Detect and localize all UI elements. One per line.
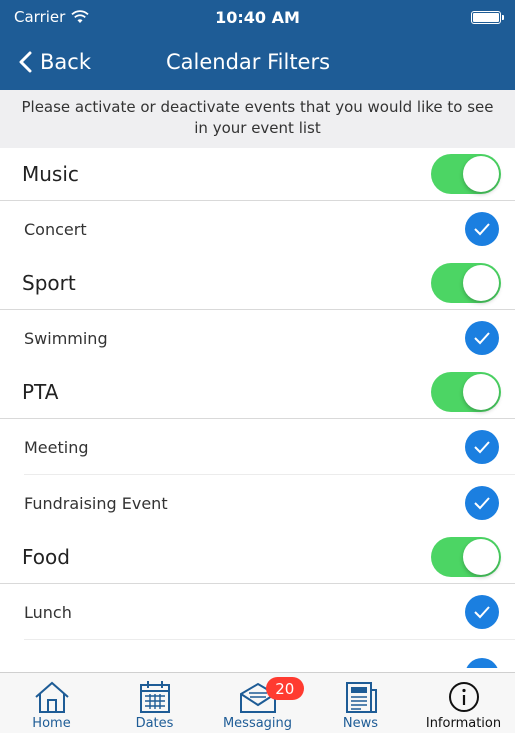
message-count-badge: 20: [265, 677, 304, 700]
item-row-fundraising-event[interactable]: Fundraising Event: [0, 475, 515, 531]
tab-dates[interactable]: Dates: [103, 673, 206, 733]
battery-icon: [471, 11, 504, 24]
partial-checkmark[interactable]: [465, 658, 499, 668]
pta-toggle[interactable]: [431, 372, 501, 412]
toggle-knob: [463, 156, 499, 192]
fundraising-event-checkmark[interactable]: [465, 486, 499, 520]
category-label: Food: [22, 545, 70, 569]
item-label: Swimming: [24, 328, 108, 348]
tab-label: Messaging: [222, 716, 293, 731]
tab-label: Information: [425, 716, 502, 731]
tab-label: Home: [32, 716, 71, 731]
calendar-icon: [139, 681, 170, 713]
status-bar: Carrier 10:40 AM: [0, 0, 515, 34]
item-row-partial[interactable]: [0, 640, 515, 668]
concert-checkmark[interactable]: [465, 212, 499, 246]
navigation-bar: Back Calendar Filters: [0, 34, 515, 90]
food-toggle[interactable]: [431, 537, 501, 577]
tab-news[interactable]: News: [309, 673, 412, 733]
category-label: PTA: [22, 380, 59, 404]
category-row-food: Food: [0, 531, 515, 584]
chevron-left-icon: [19, 51, 32, 73]
item-row-concert[interactable]: Concert: [0, 201, 515, 257]
checkmark-icon: [474, 606, 490, 619]
carrier-label: Carrier: [14, 8, 66, 26]
category-label: Sport: [22, 271, 76, 295]
item-label: Concert: [24, 219, 87, 239]
tab-label: Dates: [135, 716, 174, 731]
item-row-lunch[interactable]: Lunch: [0, 584, 515, 640]
wifi-icon: [71, 10, 89, 23]
info-banner: Please activate or deactivate events tha…: [0, 90, 515, 148]
item-label: Lunch: [24, 602, 72, 622]
category-row-pta: PTA: [0, 366, 515, 419]
checkmark-icon: [474, 497, 490, 510]
item-row-meeting[interactable]: Meeting: [0, 419, 515, 475]
item-row-swimming[interactable]: Swimming: [0, 310, 515, 366]
lunch-checkmark[interactable]: [465, 595, 499, 629]
info-icon: [448, 682, 479, 712]
checkmark-icon: [474, 223, 490, 236]
tab-home[interactable]: Home: [0, 673, 103, 733]
music-toggle[interactable]: [431, 154, 501, 194]
tab-information[interactable]: Information: [412, 673, 515, 733]
item-label: Fundraising Event: [24, 493, 168, 513]
category-row-music: Music: [0, 148, 515, 201]
checkmark-icon: [474, 332, 490, 345]
category-row-sport: Sport: [0, 257, 515, 310]
item-label: Meeting: [24, 437, 89, 457]
filter-list[interactable]: Music Concert Sport Swimming PTA Meeting…: [0, 148, 515, 668]
back-button[interactable]: Back: [0, 34, 91, 90]
carrier: Carrier: [14, 8, 89, 26]
tab-bar: Home Dates 20 Messaging News Information: [0, 672, 515, 733]
newspaper-icon: [345, 682, 377, 713]
swimming-checkmark[interactable]: [465, 321, 499, 355]
checkmark-icon: [474, 441, 490, 454]
category-label: Music: [22, 162, 79, 186]
toggle-knob: [463, 374, 499, 410]
tab-label: News: [342, 716, 379, 731]
sport-toggle[interactable]: [431, 263, 501, 303]
meeting-checkmark[interactable]: [465, 430, 499, 464]
back-label: Back: [40, 50, 91, 74]
home-icon: [34, 681, 69, 713]
toggle-knob: [463, 265, 499, 301]
toggle-knob: [463, 539, 499, 575]
tab-messaging[interactable]: 20 Messaging: [206, 673, 309, 733]
page-title: Calendar Filters: [166, 50, 331, 74]
